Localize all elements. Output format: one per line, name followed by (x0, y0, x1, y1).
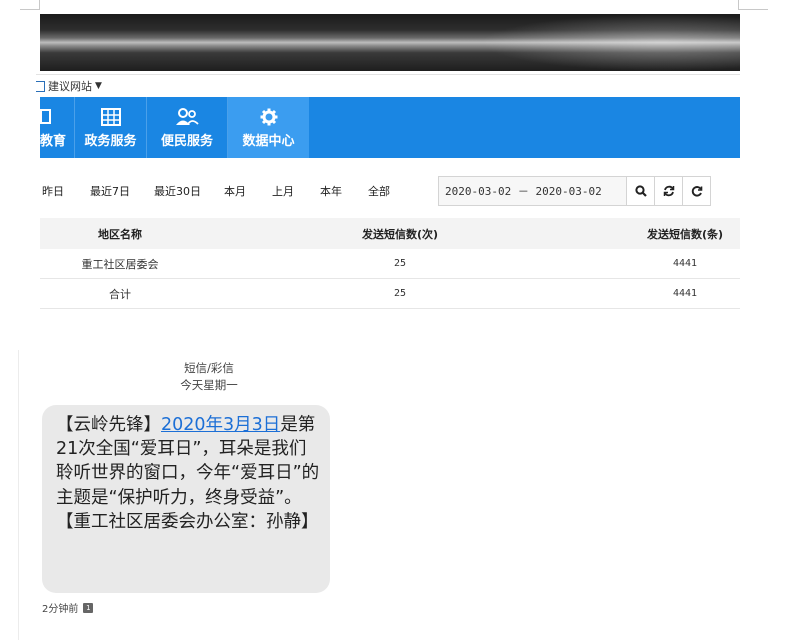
education-icon (40, 106, 52, 128)
table-header: 地区名称 发送短信数(次) 发送短信数(条) (40, 218, 740, 249)
filter-tab-last-month[interactable]: 上月 (272, 183, 294, 199)
users-icon (175, 106, 199, 128)
nav-label: 便民服务 (160, 134, 213, 149)
message-meta: 2分钟前 1 (42, 600, 94, 615)
sms-stats-table: 地区名称 发送短信数(次) 发送短信数(条) 重工社区居委会 25 4441 合… (40, 218, 740, 309)
nav-item-education[interactable]: 教育 (40, 97, 75, 158)
main-nav: 教育 政务服务 便民服务 数据中心 (40, 97, 740, 158)
sim-card-icon: 1 (83, 602, 94, 613)
filter-tab-all[interactable]: 全部 (368, 183, 390, 199)
filter-tab-yesterday[interactable]: 昨日 (42, 183, 64, 199)
nav-label: 数据中心 (242, 134, 295, 149)
gear-icon (260, 106, 278, 128)
message-time: 2分钟前 (42, 604, 79, 615)
refresh-button[interactable] (654, 176, 683, 206)
filter-tab-last-30-days[interactable]: 最近30日 (154, 183, 201, 199)
search-button[interactable] (626, 176, 655, 206)
nav-item-data-center[interactable]: 数据中心 (228, 97, 309, 158)
nav-item-government-services[interactable]: 政务服务 (75, 97, 147, 158)
table-row: 重工社区居委会 25 4441 (40, 249, 740, 279)
frame-corner-left (20, 0, 40, 10)
cell-times: 25 (393, 258, 407, 269)
message-body-start: 【云岭先锋】 (56, 415, 161, 435)
message-header: 短信/彩信 今天星期一 (139, 360, 279, 394)
nav-label: 政务服务 (84, 134, 137, 149)
filter-bar: 昨日 最近7日 最近30日 本月 上月 本年 全部 2020-03-02 － 2… (40, 174, 740, 208)
frame-corner-right (738, 0, 768, 10)
reset-button[interactable] (682, 176, 711, 206)
nav-item-public-services[interactable]: 便民服务 (147, 97, 228, 158)
refresh-icon (663, 185, 674, 197)
filter-tab-this-year[interactable]: 本年 (320, 183, 342, 199)
message-bubble[interactable]: 【云岭先锋】2020年3月3日是第21次全国“爱耳日”，耳朵是我们聆听世界的窗口… (42, 405, 330, 593)
site-icon (36, 80, 45, 92)
rotate-icon (691, 186, 702, 197)
cell-region: 重工社区居委会 (81, 257, 159, 271)
suggested-sites-bar[interactable]: 建议网站 ▼ (36, 74, 740, 97)
filter-tab-last-7-days[interactable]: 最近7日 (90, 183, 130, 199)
header-sms-times: 发送短信数(次) (361, 227, 439, 241)
suggested-sites-label: 建议网站 (48, 80, 92, 93)
message-day: 今天星期一 (180, 378, 238, 392)
nav-label: 教育 (40, 134, 67, 149)
header-sms-count: 发送短信数(条) (646, 227, 724, 241)
header-banner (40, 14, 740, 71)
cell-times: 25 (393, 288, 407, 299)
header-region-name: 地区名称 (98, 227, 142, 241)
message-channel: 短信/彩信 (184, 361, 234, 375)
cell-count: 4441 (672, 258, 698, 269)
search-icon (634, 185, 647, 197)
table-row-total: 合计 25 4441 (40, 279, 740, 309)
dropdown-caret-icon[interactable]: ▼ (95, 81, 102, 91)
date-range-input[interactable]: 2020-03-02 － 2020-03-02 (438, 176, 628, 206)
cell-region: 合计 (109, 287, 131, 301)
cell-count: 4441 (672, 288, 698, 299)
message-date-link[interactable]: 2020年3月3日 (161, 415, 280, 435)
filter-tab-this-month[interactable]: 本月 (224, 183, 246, 199)
grid-icon (100, 106, 121, 128)
